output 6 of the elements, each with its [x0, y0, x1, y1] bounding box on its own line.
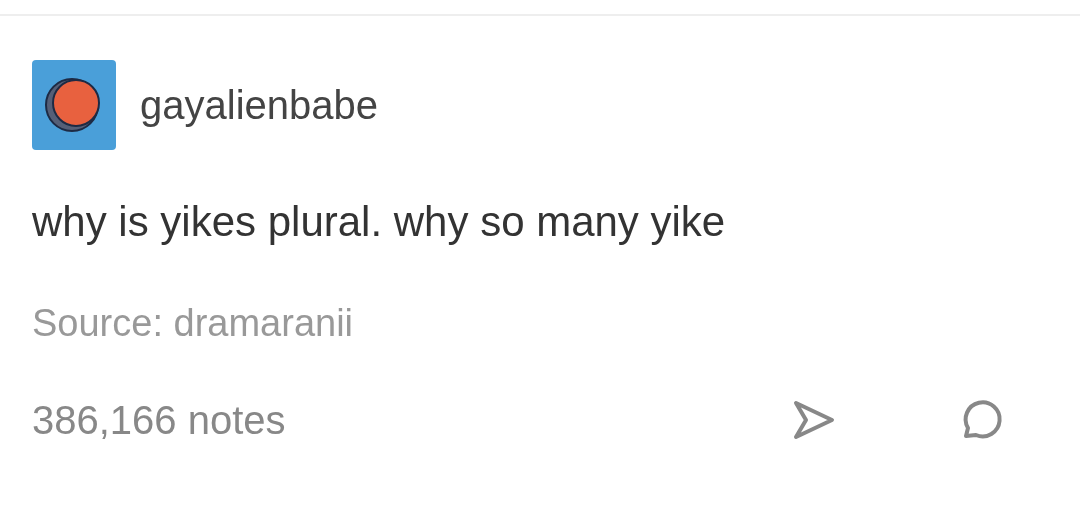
source-link[interactable]: dramaranii — [173, 302, 354, 344]
post-text: why is yikes plural. why so many yike — [32, 198, 727, 246]
source-label: Source: — [32, 302, 163, 344]
avatar[interactable] — [32, 60, 116, 150]
username[interactable]: gayalienbabe — [140, 82, 378, 128]
notes-count[interactable]: 386,166 notes — [32, 397, 788, 443]
